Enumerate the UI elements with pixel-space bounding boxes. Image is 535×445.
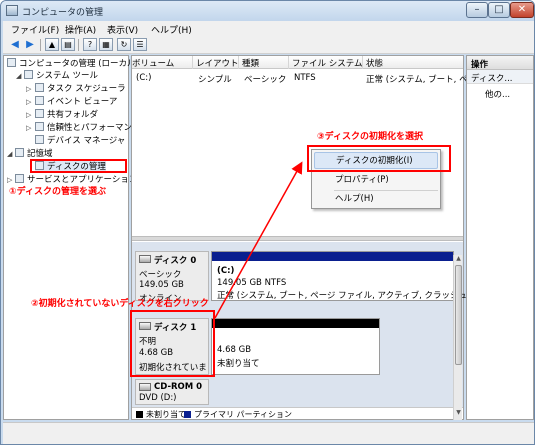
annotation-step-2: ②初期化されていないディスクを右クリック [31, 299, 209, 309]
computer-management-window: コンピュータの管理 – □ ✕ ファイル(F) 操作(A) 表示(V) ヘルプ(… [0, 0, 535, 445]
annotation-arrow [214, 161, 303, 319]
annotation-step-1: ①ディスクの管理を選ぶ [9, 187, 106, 197]
annotation-step-3: ③ディスクの初期化を選択 [317, 132, 423, 142]
